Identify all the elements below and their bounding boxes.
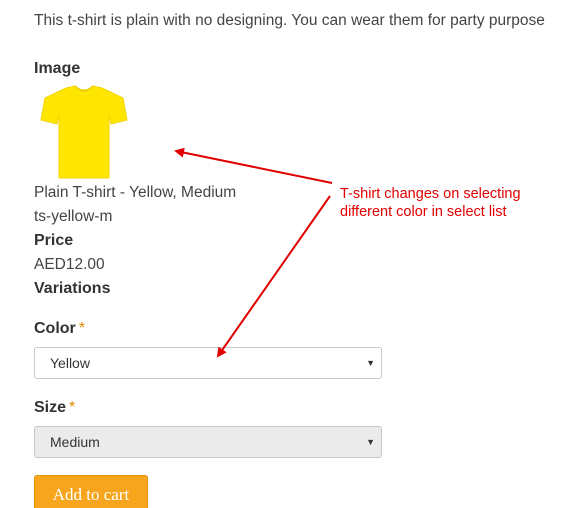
tshirt-image — [40, 85, 128, 179]
product-price: AED12.00 — [34, 256, 105, 273]
annotation-note: T-shirt changes on selecting different c… — [340, 185, 521, 221]
product-sku: ts-yellow-m — [34, 208, 113, 225]
size-label: Size * — [34, 399, 75, 417]
price-heading: Price — [34, 232, 74, 249]
annotation-line-2: different color in select list — [340, 204, 507, 220]
arrow-to-color-select — [216, 195, 331, 358]
color-select[interactable]: Yellow ▼ — [34, 347, 382, 379]
size-label-text: Size — [34, 399, 67, 416]
product-description: This t-shirt is plain with no designing.… — [34, 12, 545, 29]
size-required-marker: * — [69, 399, 76, 416]
color-label-text: Color — [34, 320, 76, 337]
image-heading: Image — [34, 60, 81, 77]
chevron-down-icon: ▼ — [366, 358, 375, 368]
color-required-marker: * — [78, 320, 86, 337]
color-label: Color * — [34, 320, 85, 338]
size-select[interactable]: Medium ▼ — [34, 426, 382, 458]
product-page: This t-shirt is plain with no designing.… — [0, 0, 562, 508]
add-to-cart-button[interactable]: Add to cart — [34, 475, 148, 508]
color-select-value: Yellow — [50, 355, 90, 371]
chevron-down-icon: ▼ — [366, 437, 375, 447]
arrow-to-image — [174, 147, 333, 184]
annotation-line-1: T-shirt changes on selecting — [340, 186, 521, 202]
product-name: Plain T-shirt - Yellow, Medium — [34, 184, 237, 201]
variations-heading: Variations — [34, 280, 111, 297]
size-select-value: Medium — [50, 434, 100, 450]
